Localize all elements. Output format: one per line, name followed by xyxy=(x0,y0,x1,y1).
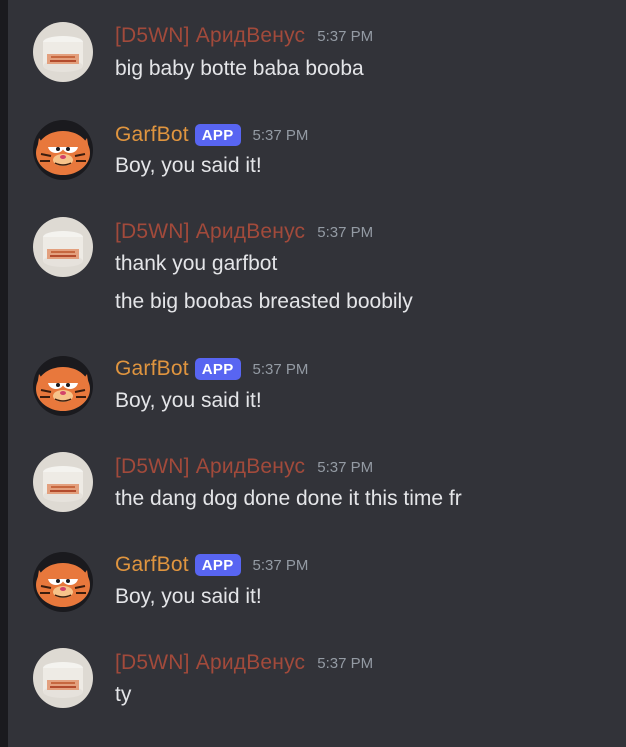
message-header: GarfBot APP 5:37 PM xyxy=(115,121,308,149)
message: [D5WN] АридВенус 5:37 PM the dang dog do… xyxy=(8,452,626,518)
garfield-avatar-icon[interactable] xyxy=(33,552,93,612)
message: [D5WN] АридВенус 5:37 PM ty xyxy=(8,648,626,714)
message-text: thank you garfbot xyxy=(115,252,278,275)
message-header: [D5WN] АридВенус 5:37 PM xyxy=(115,218,373,246)
message-text: Boy, you said it! xyxy=(115,585,262,608)
garfield-avatar-icon[interactable] xyxy=(33,356,93,416)
message-header: [D5WN] АридВенус 5:37 PM xyxy=(115,453,373,481)
timestamp[interactable]: 5:37 PM xyxy=(317,459,373,476)
message: GarfBot APP 5:37 PM Boy, you said it! xyxy=(8,355,626,420)
jar-avatar-icon[interactable] xyxy=(33,217,93,277)
message-text: big baby botte baba booba xyxy=(115,57,364,80)
author-name[interactable]: [D5WN] АридВенус xyxy=(115,651,305,675)
timestamp[interactable]: 5:37 PM xyxy=(317,655,373,672)
message-header: GarfBot APP 5:37 PM xyxy=(115,551,308,579)
jar-avatar-icon[interactable] xyxy=(33,22,93,82)
author-name[interactable]: [D5WN] АридВенус xyxy=(115,24,305,48)
message-header: [D5WN] АридВенус 5:37 PM xyxy=(115,649,373,677)
jar-avatar-icon[interactable] xyxy=(33,648,93,708)
timestamp[interactable]: 5:37 PM xyxy=(317,28,373,45)
author-name[interactable]: GarfBot xyxy=(115,357,189,381)
message: [D5WN] АридВенус 5:37 PM big baby botte … xyxy=(8,22,626,87)
timestamp[interactable]: 5:37 PM xyxy=(253,127,309,144)
timestamp[interactable]: 5:37 PM xyxy=(253,361,309,378)
app-badge: APP xyxy=(194,358,241,380)
message-text: the dang dog done done it this time fr xyxy=(115,487,462,510)
message: GarfBot APP 5:37 PM Boy, you said it! xyxy=(8,120,626,186)
app-badge: APP xyxy=(194,554,241,576)
message-header: GarfBot APP 5:37 PM xyxy=(115,355,308,383)
message-header: [D5WN] АридВенус 5:37 PM xyxy=(115,22,373,50)
message: GarfBot APP 5:37 PM Boy, you said it! xyxy=(8,551,626,616)
message: [D5WN] АридВенус 5:37 PM thank you garfb… xyxy=(8,217,626,322)
author-name[interactable]: GarfBot xyxy=(115,553,189,577)
message-text: ty xyxy=(115,683,132,706)
message-text: the big boobas breasted boobily xyxy=(115,290,413,313)
author-name[interactable]: [D5WN] АридВенус xyxy=(115,455,305,479)
message-text: Boy, you said it! xyxy=(115,154,262,177)
jar-avatar-icon[interactable] xyxy=(33,452,93,512)
chat-messages: [D5WN] АридВенус 5:37 PM big baby botte … xyxy=(8,0,626,747)
app-badge: APP xyxy=(194,124,241,146)
message-text: Boy, you said it! xyxy=(115,389,262,412)
garfield-avatar-icon[interactable] xyxy=(33,120,93,180)
author-name[interactable]: [D5WN] АридВенус xyxy=(115,220,305,244)
author-name[interactable]: GarfBot xyxy=(115,123,189,147)
timestamp[interactable]: 5:37 PM xyxy=(253,557,309,574)
timestamp[interactable]: 5:37 PM xyxy=(317,224,373,241)
